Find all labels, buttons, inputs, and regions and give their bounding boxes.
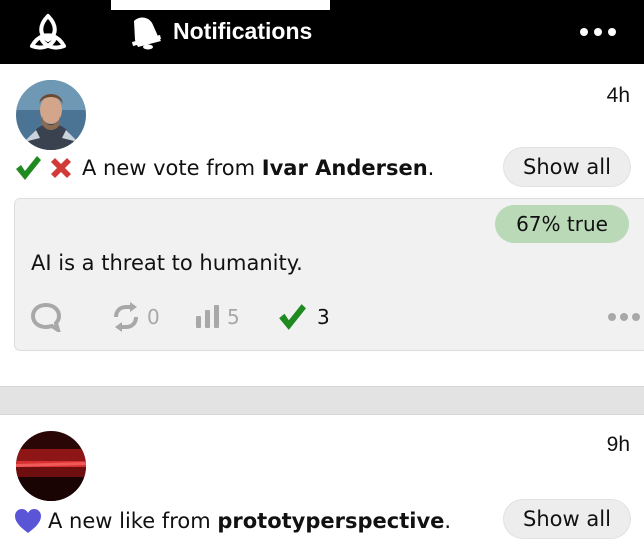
avatar[interactable]: [16, 431, 86, 501]
triquetra-logo-icon[interactable]: [28, 13, 68, 51]
bar-chart-icon: [196, 305, 219, 328]
repost-count: 0: [147, 305, 160, 329]
cross-icon: [51, 158, 71, 178]
repost-icon: [114, 302, 138, 332]
comment-icon: [31, 302, 61, 332]
more-horizontal-icon: [608, 313, 640, 321]
notification-prefix: A new like from: [48, 509, 218, 533]
notification-like: 9h A new like from prototyperspective. S…: [0, 415, 644, 547]
heart-icon: [15, 509, 41, 533]
truth-badge: 67% true: [495, 205, 629, 243]
check-icon: [279, 304, 306, 330]
top-bar-highlight: [111, 0, 330, 10]
notification-time: 9h: [606, 433, 630, 456]
section-divider: [0, 386, 644, 415]
notification-suffix: .: [444, 509, 452, 533]
avatar[interactable]: [16, 80, 86, 150]
page-title: Notifications: [173, 18, 313, 44]
post-more-button[interactable]: [607, 299, 641, 335]
top-bar: Notifications: [0, 0, 644, 64]
bell-icon[interactable]: [126, 14, 162, 50]
views-count: 5: [227, 305, 240, 329]
notification-text: A new vote from Ivar Andersen.: [14, 150, 434, 186]
true-vote-count: 3: [317, 305, 330, 329]
show-all-button[interactable]: Show all: [503, 147, 631, 187]
notification-text: A new like from prototyperspective.: [14, 503, 451, 539]
notification-vote: 4h A new vote from Ivar Andersen. Show a…: [0, 64, 644, 386]
notification-prefix: A new vote from: [82, 156, 262, 180]
notification-time: 4h: [606, 84, 630, 107]
more-horizontal-icon[interactable]: [578, 22, 618, 42]
check-icon: [16, 156, 41, 180]
repost-button[interactable]: 0: [111, 299, 160, 335]
show-all-button[interactable]: Show all: [503, 499, 631, 539]
post-text: AI is a threat to humanity.: [31, 251, 303, 275]
post-card[interactable]: 67% true AI is a threat to humanity. 0 5…: [14, 198, 644, 351]
views-stat: 5: [195, 299, 240, 335]
actor-name[interactable]: Ivar Andersen: [262, 156, 428, 180]
comment-button[interactable]: [31, 299, 61, 335]
actor-name[interactable]: prototyperspective: [217, 509, 444, 533]
notification-suffix: .: [427, 156, 435, 180]
true-vote-button[interactable]: 3: [277, 299, 330, 335]
post-actions: 0 5 3: [31, 299, 641, 335]
